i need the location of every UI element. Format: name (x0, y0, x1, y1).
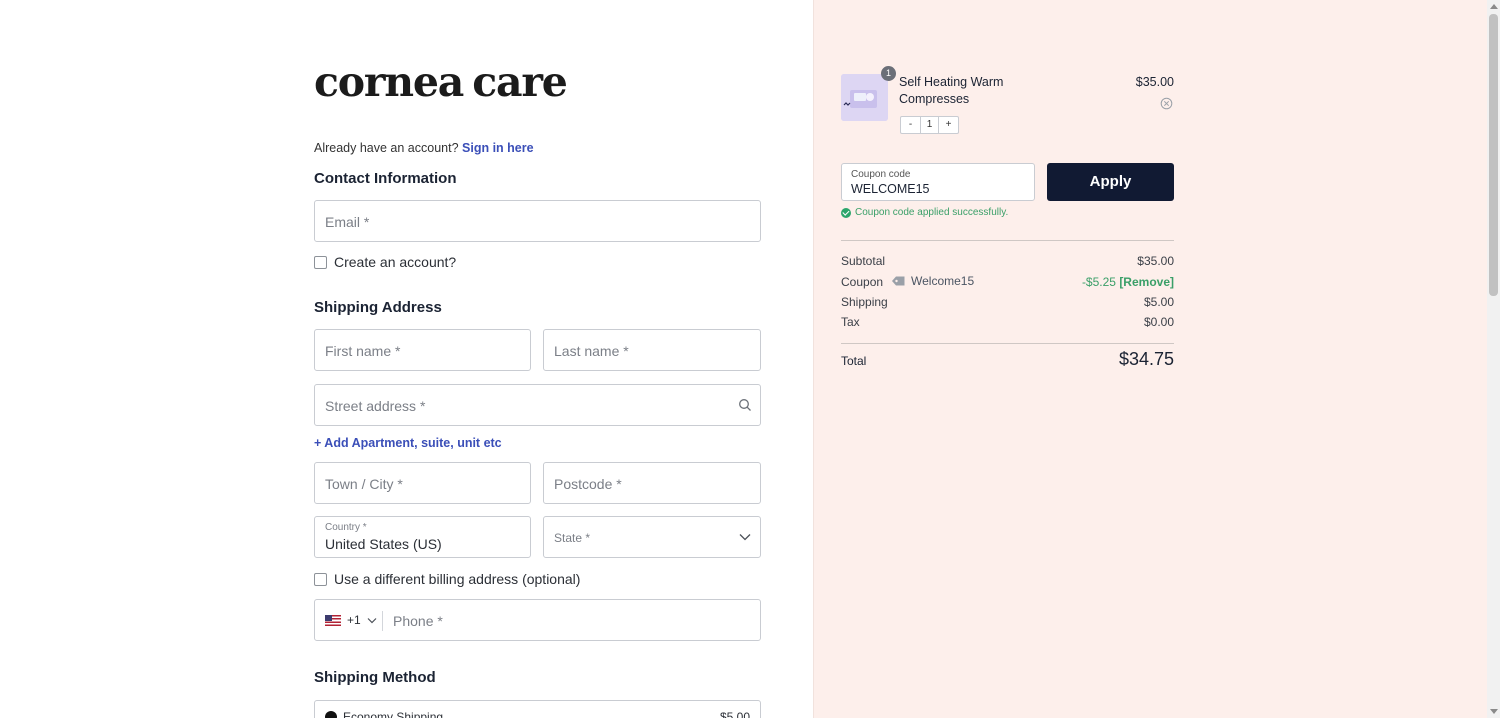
search-icon (739, 399, 751, 411)
shipping-option-price: $5.00 (719, 710, 750, 718)
country-value: United States (US) (325, 536, 442, 552)
signin-prompt: Already have an account? Sign in here (314, 141, 534, 155)
phone-placeholder: Phone * (393, 613, 443, 629)
apply-coupon-button[interactable]: Apply (1047, 163, 1174, 201)
billing-address-checkbox[interactable] (314, 572, 327, 586)
last-name-placeholder: Last name * (554, 343, 629, 359)
create-account-option[interactable]: Create an account? (314, 254, 456, 270)
applied-coupon-tag: Welcome15 (891, 274, 974, 288)
country-label: Country * (325, 522, 367, 533)
page-scrollbar[interactable] (1487, 0, 1500, 718)
quantity-value[interactable]: 1 (920, 117, 939, 133)
coupon-code-value: WELCOME15 (851, 182, 930, 196)
billing-address-option[interactable]: Use a different billing address (optiona… (314, 571, 580, 587)
quantity-stepper[interactable]: - 1 + (900, 116, 959, 134)
quantity-badge: 1 (881, 66, 896, 81)
phone-field[interactable]: +1 Phone * (314, 599, 761, 641)
remove-coupon-link[interactable]: [Remove] (1119, 275, 1174, 289)
summary-divider (841, 240, 1174, 241)
add-apartment-link[interactable]: + Add Apartment, suite, unit etc (314, 436, 502, 450)
street-address-placeholder: Street address * (325, 398, 426, 414)
billing-address-label: Use a different billing address (optiona… (334, 571, 581, 587)
shipping-option-economy[interactable]: Economy Shipping $5.00 (314, 700, 761, 718)
quantity-increase-button[interactable]: + (939, 117, 958, 133)
shipping-option-radio[interactable] (325, 711, 337, 718)
tax-label: Tax (841, 315, 860, 329)
coupon-code-input[interactable]: Coupon code WELCOME15 (841, 163, 1035, 201)
scroll-up-icon[interactable] (1490, 4, 1498, 9)
us-flag-icon (325, 614, 341, 626)
signin-prompt-text: Already have an account? (314, 141, 459, 155)
subtotal-label: Subtotal (841, 254, 886, 268)
town-city-field[interactable]: Town / City * (314, 462, 531, 504)
state-select[interactable]: State * (543, 516, 761, 558)
country-select[interactable]: Country * United States (US) (314, 516, 531, 558)
chevron-down-icon (367, 617, 377, 623)
scroll-down-icon[interactable] (1490, 709, 1498, 714)
chevron-down-icon (739, 534, 751, 541)
shipping-value: $5.00 (1143, 295, 1174, 309)
shipping-label: Shipping (841, 295, 888, 309)
coupon-code-label: Coupon code (851, 169, 911, 180)
shipping-method-title: Shipping Method (314, 669, 436, 686)
email-placeholder: Email * (325, 214, 370, 230)
email-field[interactable]: Email * (314, 200, 761, 242)
brand-logo[interactable]: cornea care (314, 58, 568, 106)
tag-icon (892, 276, 905, 286)
checkout-form-panel: cornea care Already have an account? Sig… (0, 0, 813, 718)
first-name-placeholder: First name * (325, 343, 401, 359)
phone-country-selector[interactable]: +1 (325, 613, 377, 627)
coupon-discount-value: -$5.25 (1081, 275, 1116, 289)
remove-item-icon[interactable] (1160, 97, 1173, 110)
product-name: Self Heating Warm Compresses (899, 75, 1004, 106)
applied-coupon-code: Welcome15 (911, 274, 975, 288)
product-price: $35.00 (1135, 75, 1174, 89)
phone-divider (382, 611, 383, 631)
state-placeholder: State * (554, 531, 591, 545)
shipping-option-label: Economy Shipping (343, 710, 444, 718)
phone-country-code: +1 (347, 613, 361, 627)
total-label: Total (841, 354, 867, 368)
scrollbar-thumb[interactable] (1489, 14, 1498, 296)
total-divider (841, 343, 1174, 344)
coupon-success-message: Coupon code applied successfully. (841, 207, 1008, 218)
last-name-field[interactable]: Last name * (543, 329, 761, 371)
product-image-icon (841, 74, 888, 121)
postcode-field[interactable]: Postcode * (543, 462, 761, 504)
check-circle-icon (841, 207, 851, 218)
subtotal-value: $35.00 (1137, 254, 1174, 268)
coupon-success-text: Coupon code applied successfully. (855, 207, 1009, 218)
coupon-label: Coupon (841, 275, 884, 289)
create-account-checkbox[interactable] (314, 255, 327, 269)
create-account-label: Create an account? (334, 254, 457, 270)
product-thumbnail (841, 74, 888, 121)
town-city-placeholder: Town / City * (325, 476, 403, 492)
coupon-discount-group: -$5.25 [Remove] (1082, 275, 1174, 289)
shipping-section-title: Shipping Address (314, 299, 442, 316)
street-address-field[interactable]: Street address * (314, 384, 761, 426)
first-name-field[interactable]: First name * (314, 329, 531, 371)
total-value: $34.75 (1118, 349, 1174, 369)
tax-value: $0.00 (1143, 315, 1174, 329)
quantity-decrease-button[interactable]: - (901, 117, 920, 133)
postcode-placeholder: Postcode * (554, 476, 622, 492)
signin-link[interactable]: Sign in here (462, 141, 534, 155)
contact-section-title: Contact Information (314, 170, 457, 187)
